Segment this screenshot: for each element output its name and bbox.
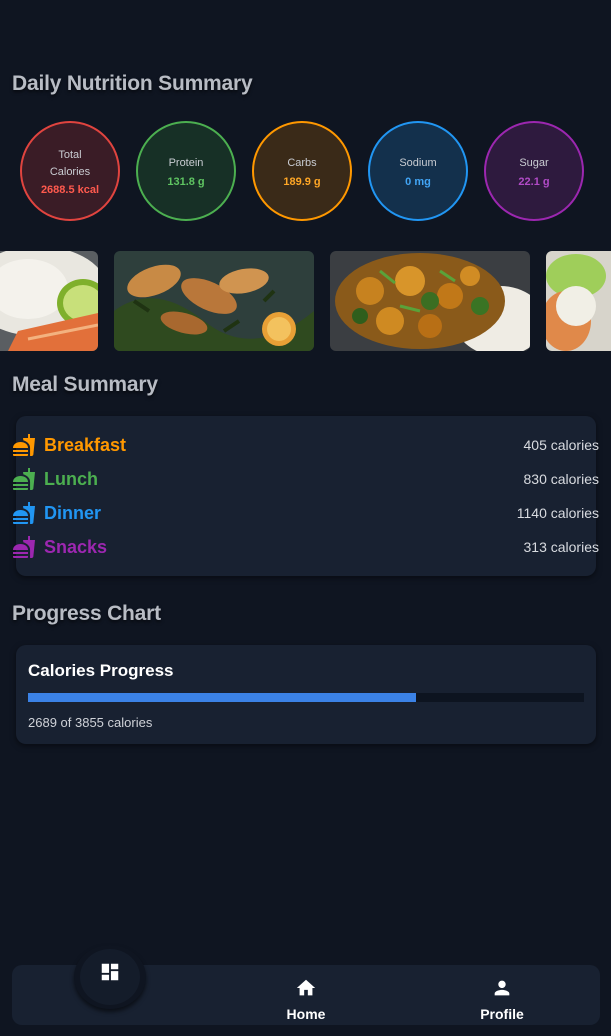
carbs-circle[interactable]: Carbs 189.9 g (252, 121, 352, 221)
dashboard-button[interactable] (74, 945, 146, 1009)
calories-progress-text: 2689 of 3855 calories (28, 715, 153, 730)
nav-home-label: Home (286, 1006, 326, 1022)
meal-row-dinner[interactable]: Dinner 1140 calories (12, 499, 599, 527)
meal-name-lunch: Lunch (44, 468, 98, 489)
calories-progress-fill (28, 693, 416, 702)
sodium-circle[interactable]: Sodium 0 mg (368, 121, 468, 221)
dashboard-icon (99, 961, 121, 988)
meal-summary-title: Meal Summary (12, 373, 158, 396)
meal-name-snacks: Snacks (44, 536, 108, 557)
nutrient-circles: Total Calories 2688.5 kcal Protein 131.8… (20, 121, 600, 221)
protein-label: Protein (168, 156, 204, 169)
fastfood-icon (12, 501, 36, 525)
meal-row-snacks[interactable]: Snacks 313 calories (12, 533, 599, 561)
nav-home[interactable]: Home (266, 977, 346, 1022)
fastfood-icon (12, 467, 36, 491)
fastfood-icon (12, 535, 36, 559)
meal-row-lunch[interactable]: Lunch 830 calories (12, 465, 599, 493)
protein-value: 131.8 g (167, 175, 205, 188)
sugar-value: 22.1 g (518, 175, 550, 188)
sugar-circle[interactable]: Sugar 22.1 g (484, 121, 584, 221)
meal-calories-dinner: 1140 calories (516, 505, 599, 521)
protein-circle[interactable]: Protein 131.8 g (136, 121, 236, 221)
calories-progress-title: Calories Progress (28, 661, 174, 680)
calories-label: Total Calories (49, 148, 91, 178)
meal-calories-snacks: 313 calories (523, 539, 600, 555)
meal-image-carousel[interactable] (0, 251, 611, 351)
sodium-label: Sodium (399, 156, 437, 169)
meal-name-breakfast: Breakfast (44, 434, 127, 455)
meal-calories-breakfast: 405 calories (523, 437, 600, 453)
calories-progress-card: Calories Progress 2689 of 3855 calories (16, 645, 596, 744)
food-image-salmon-salad[interactable] (546, 251, 611, 351)
meal-name-dinner: Dinner (44, 502, 102, 523)
nutrition-summary-title: Daily Nutrition Summary (12, 72, 253, 95)
progress-chart-title: Progress Chart (12, 602, 161, 625)
nav-profile[interactable]: Profile (462, 977, 542, 1022)
person-icon (491, 977, 513, 1004)
sugar-label: Sugar (519, 156, 549, 169)
carbs-label: Carbs (287, 156, 317, 169)
meal-row-breakfast[interactable]: Breakfast 405 calories (12, 431, 599, 459)
sodium-value: 0 mg (405, 175, 431, 188)
food-image-grilled-chicken[interactable] (114, 251, 314, 351)
home-icon (295, 977, 317, 1004)
food-image-salmon-rice[interactable] (0, 251, 98, 351)
fastfood-icon (12, 433, 36, 457)
calories-value: 2688.5 kcal (40, 183, 100, 196)
calories-progress-bar (28, 693, 584, 702)
food-image-chicken-broccoli[interactable] (330, 251, 530, 351)
meal-calories-lunch: 830 calories (523, 471, 600, 487)
calories-circle[interactable]: Total Calories 2688.5 kcal (20, 121, 120, 221)
nav-profile-label: Profile (480, 1006, 524, 1022)
carbs-value: 189.9 g (283, 175, 321, 188)
